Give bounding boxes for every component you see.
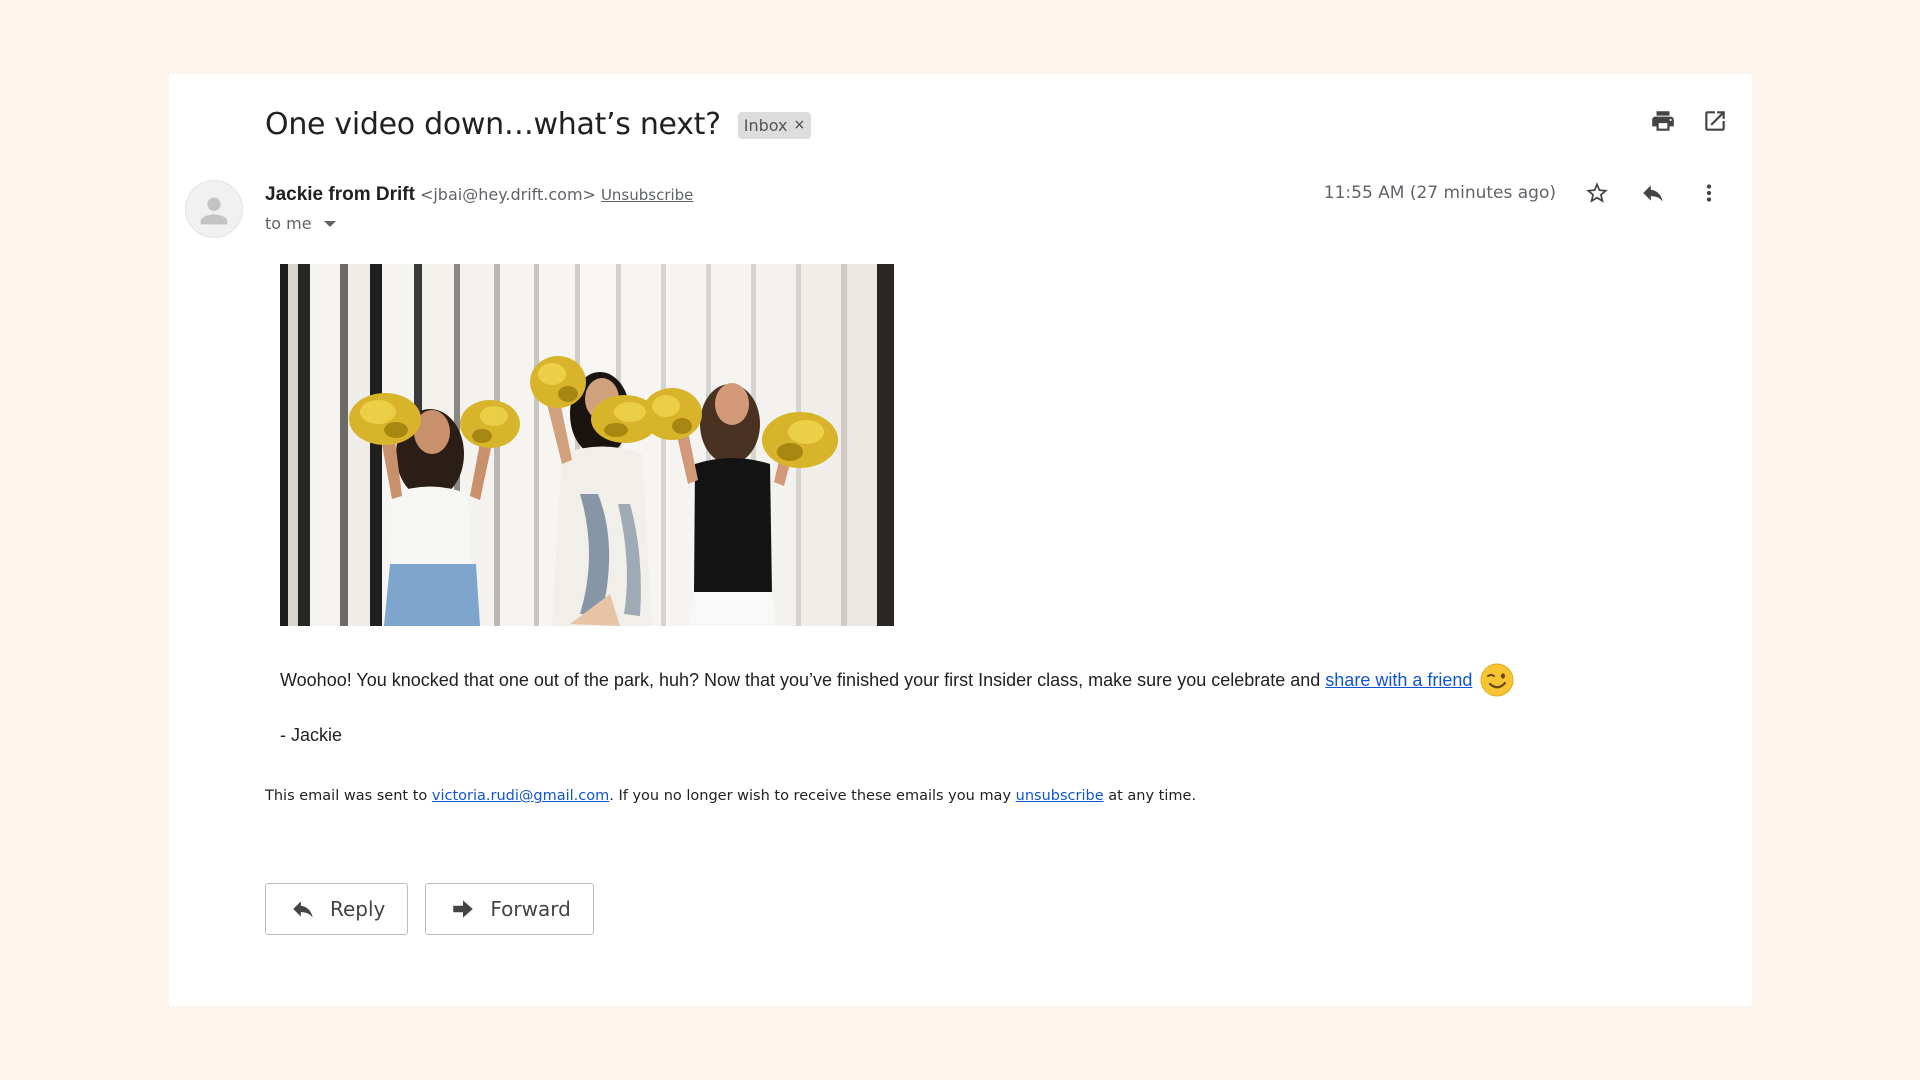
- signature: - Jackie: [280, 725, 343, 745]
- open-in-new-window-icon[interactable]: [1702, 108, 1728, 134]
- message-meta: 11:55 AM (27 minutes ago): [1324, 180, 1722, 206]
- unsubscribe-link[interactable]: Unsubscribe: [601, 186, 693, 204]
- share-with-friend-link[interactable]: share with a friend: [1325, 670, 1472, 691]
- email-footer: This email was sent to victoria.rudi@gma…: [265, 788, 1196, 804]
- email-body-paragraph: Woohoo! You knocked that one out of the …: [280, 663, 1514, 697]
- body-text: Woohoo! You knocked that one out of the …: [280, 669, 1321, 690]
- email-subject: One video down…what’s next?: [265, 106, 721, 142]
- forward-button[interactable]: Forward: [425, 883, 594, 935]
- more-vertical-icon[interactable]: [1696, 180, 1722, 206]
- sender-line: Jackie from Drift <jbai@hey.drift.com> U…: [265, 184, 693, 206]
- chevron-down-icon[interactable]: [323, 220, 336, 227]
- footer-prefix: This email was sent to: [265, 788, 428, 804]
- sender-email: <jbai@hey.drift.com>: [419, 185, 596, 204]
- recipient-details-toggle[interactable]: to me: [265, 214, 336, 233]
- forward-button-label: Forward: [490, 897, 571, 921]
- inbox-label-chip[interactable]: Inbox ×: [737, 111, 812, 139]
- footer-unsubscribe-link[interactable]: unsubscribe: [1016, 788, 1104, 804]
- sender-name[interactable]: Jackie from Drift: [265, 184, 415, 206]
- reply-button-label: Reply: [330, 897, 386, 921]
- reply-forward-actions: Reply Forward: [265, 883, 594, 935]
- footer-suffix: at any time.: [1108, 788, 1197, 804]
- celebration-photo: [280, 264, 894, 626]
- star-icon[interactable]: [1584, 180, 1610, 206]
- email-card: One video down…what’s next? Inbox × Jack…: [169, 74, 1752, 1006]
- reply-icon: [293, 901, 313, 918]
- recipient-email-link[interactable]: victoria.rudi@gmail.com: [432, 788, 609, 804]
- reply-icon[interactable]: [1640, 180, 1666, 206]
- recipient-text: to me: [265, 214, 312, 233]
- remove-label-button[interactable]: ×: [794, 117, 806, 133]
- sender-avatar: [185, 180, 243, 238]
- winking-face-emoji: [1480, 663, 1514, 697]
- forward-icon: [453, 900, 474, 918]
- subject-row: One video down…what’s next? Inbox ×: [265, 100, 812, 148]
- thread-actions: [1650, 108, 1728, 134]
- message-timestamp: 11:55 AM (27 minutes ago): [1323, 183, 1556, 203]
- print-icon[interactable]: [1650, 108, 1676, 134]
- footer-middle: . If you no longer wish to receive these…: [609, 788, 1012, 804]
- person-avatar-icon: [200, 197, 228, 225]
- reply-button[interactable]: Reply: [265, 883, 409, 935]
- label-text: Inbox: [743, 115, 788, 135]
